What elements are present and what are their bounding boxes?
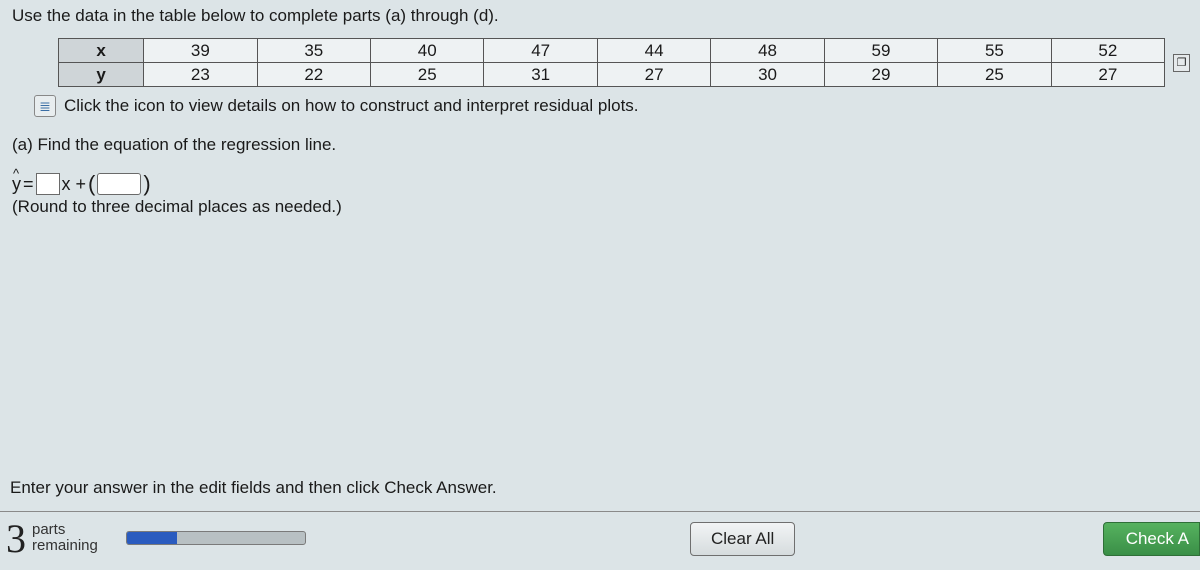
table-cell: 52 (1051, 39, 1164, 63)
rounding-note: (Round to three decimal places as needed… (10, 197, 1190, 217)
table-cell: 22 (257, 63, 370, 87)
help-text: Click the icon to view details on how to… (64, 96, 639, 116)
table-cell: 27 (597, 63, 710, 87)
table-row: y 23 22 25 31 27 30 29 25 27 (59, 63, 1165, 87)
table-cell: 27 (1051, 63, 1164, 87)
paren-open: ( (88, 175, 95, 193)
residual-plot-help-icon[interactable]: ≣ (34, 95, 56, 117)
intercept-input[interactable] (97, 173, 141, 195)
equals-sign: = (23, 174, 34, 195)
parts-remaining-label: parts remaining (32, 522, 98, 554)
part-a-prompt: (a) Find the equation of the regression … (10, 135, 1190, 155)
table-cell: 55 (938, 39, 1051, 63)
eq-text-xplus: x + (62, 174, 87, 195)
bottom-bar: 3 parts remaining Clear All Check A (0, 512, 1200, 570)
table-cell: 35 (257, 39, 370, 63)
copy-icon[interactable]: ❐ (1173, 54, 1190, 72)
check-answer-button[interactable]: Check A (1103, 522, 1200, 556)
table-cell: 30 (711, 63, 824, 87)
slope-input[interactable] (36, 173, 60, 195)
table-cell: 44 (597, 39, 710, 63)
row-label-x: x (59, 39, 144, 63)
instruction-text: Use the data in the table below to compl… (10, 6, 1190, 26)
row-label-y: y (59, 63, 144, 87)
data-table: x 39 35 40 47 44 48 59 55 52 y 23 22 25 … (58, 38, 1165, 87)
equation-row: ^ y = x + ( ) (10, 173, 1190, 195)
enter-answer-note: Enter your answer in the edit fields and… (10, 478, 497, 498)
y-hat-symbol: ^ y (12, 174, 21, 195)
clear-all-button[interactable]: Clear All (690, 522, 795, 556)
table-cell: 48 (711, 39, 824, 63)
table-cell: 40 (371, 39, 484, 63)
table-cell: 25 (938, 63, 1051, 87)
table-cell: 29 (824, 63, 937, 87)
table-cell: 47 (484, 39, 597, 63)
table-cell: 59 (824, 39, 937, 63)
parts-count: 3 (6, 515, 26, 562)
table-cell: 23 (144, 63, 257, 87)
paren-close: ) (143, 175, 150, 193)
table-cell: 25 (371, 63, 484, 87)
table-cell: 39 (144, 39, 257, 63)
table-row: x 39 35 40 47 44 48 59 55 52 (59, 39, 1165, 63)
table-cell: 31 (484, 63, 597, 87)
progress-bar (126, 531, 306, 545)
